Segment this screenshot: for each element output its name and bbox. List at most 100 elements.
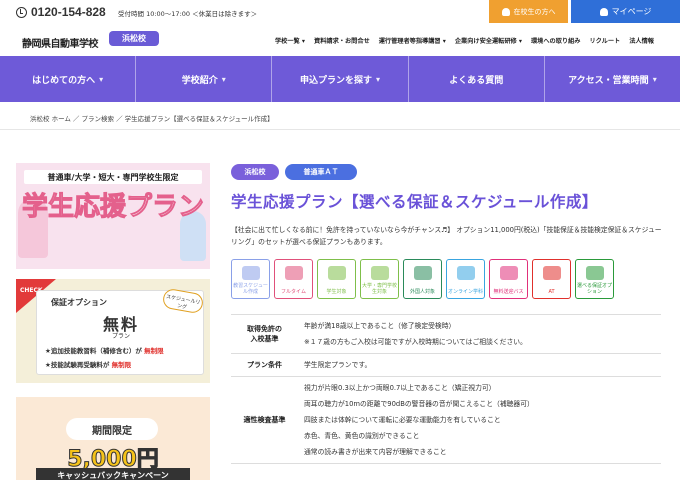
banner-limited: 期間限定 [66,418,158,440]
feature-badge: 無料送迎バス [489,259,528,299]
banner-line-highlight: 無制限 [111,361,132,369]
plan-detail: 浜松校 普通車ＡＴ 学生応援プラン【選べる保証＆スケジュール作成】 【社会に出て… [231,164,662,464]
main-nav-label: 学校紹介 [181,75,218,86]
feature-badge: 学生対象 [317,259,356,299]
main-nav-faq[interactable]: よくある質問 [407,56,544,102]
banner-subtitle: 保証オプション [51,298,107,307]
feature-badge: 外国人対象 [403,259,442,299]
table-row: プラン条件 学生限定プランです。 [231,354,661,377]
main-nav-plans[interactable]: 申込プランを探す ▾ [271,56,407,102]
main-nav-label: はじめての方へ [32,75,96,86]
student-icon [327,266,346,280]
table-header-plan: プラン条件 [247,361,282,369]
feature-badge: 教習スケジュール作成 [231,259,270,299]
plan-info-table: 取得免許の 入校基準 年齢が満18歳以上であること（修了検定受検時） ※１７歳の… [231,314,661,464]
table-cell-line: 通常の読み書きが出来て内容が理解できること [304,448,447,456]
plan-description: 【社会に出て忙しくなる前に！免許を持っていないなら今がチャンス♬】 オプション1… [231,226,662,246]
schedule-icon [241,266,260,280]
phone-icon [16,6,27,18]
header-nav-contact[interactable]: 資料請求・お問合せ [314,36,370,45]
feature-label: 大学・専門学校生対象 [361,283,397,295]
banner-line-highlight: 無制限 [144,347,164,355]
online-class-icon [456,266,475,280]
cashback-banner[interactable]: 期間限定 5,000円 キャッシュバックキャンペーン [16,397,210,480]
mypage-button-label: マイページ [611,7,652,16]
table-cell-line: ※１７歳の方もご入校は可能ですが入校時期についてはご相談ください。 [304,338,527,346]
header-nav-training[interactable]: 運行管理者等指導講習 ▾ [379,36,446,45]
feature-badge: 選べる保証オプション [575,259,614,299]
banner-line-text: ★技能試験再受験料が [45,361,110,369]
feature-badge: フルタイム [274,259,313,299]
feature-badge: オンライン学科 [446,259,485,299]
table-cell-line: 四肢または体幹について運転に必要な運動能力を有していること [304,416,501,424]
banner-card: スケジュールリング 保証オプション 無料 プラン ★追加技能教習料（補修含む）が… [36,287,205,375]
divider [0,129,680,130]
header-nav-recruit[interactable]: リクルート [589,36,620,45]
phone-text: 0120-154-828 [31,5,106,19]
feature-label: オンライン学科 [447,289,483,295]
header-nav-environment[interactable]: 環境への取り組み [531,36,581,45]
feature-label: フルタイム [281,289,306,295]
main-nav-label: 申込プランを探す [299,75,372,86]
foreigner-icon [413,266,432,280]
student-button[interactable]: 在校生の方へ [489,0,568,23]
business-hours: 受付時間 10:00〜17:00 ＜休業日は除きます＞ [118,10,258,18]
table-header-aptitude: 適性検査基準 [243,416,286,424]
guarantee-option-banner[interactable]: CHECK スケジュールリング 保証オプション 無料 プラン ★追加技能教習料（… [16,279,210,383]
main-nav-label: アクセス・営業時間 [568,75,649,86]
main-nav-about[interactable]: 学校紹介 ▾ [135,56,271,102]
feature-label: 学生対象 [326,289,347,295]
table-cell: 視力が片眼0.3以上かつ両眼0.7以上であること（矯正視力可） 両耳の聴力が10… [298,377,661,463]
banner-eligibility: 普通車/大学・短大・専門学校生限定 [24,170,202,184]
table-cell-line: 視力が片眼0.3以上かつ両眼0.7以上であること（矯正視力可） [304,384,496,392]
feature-icons: 教習スケジュール作成フルタイム 学生対象 大学・専門学校生対象外国人対象 オンライン学… [231,259,661,299]
main-nav-label: よくある質問 [449,75,504,86]
table-cell: 学生限定プランです。 [298,354,661,376]
chevron-down-icon: ▾ [652,74,657,84]
main-nav-beginners[interactable]: はじめての方へ ▾ [0,56,135,102]
feature-label: 選べる保証オプション [576,283,612,295]
tag-license: 普通車ＡＴ [285,164,357,180]
table-cell-line: 両耳の聴力が10mの距離で90dBの警音器の音が聞こえること（補聴器可） [304,400,534,408]
header-nav: 学校一覧 ▾ 資料請求・お問合せ 運行管理者等指導講習 ▾ 企業向け安全運転研修… [275,36,654,45]
site-logo[interactable]: 静岡県自動車学校 [22,35,99,50]
university-icon [370,266,389,280]
student-plan-banner[interactable]: 普通車/大学・短大・専門学校生限定 学生応援プラン [16,163,210,269]
guarantee-icon [585,266,604,280]
mypage-button[interactable]: マイページ [571,0,680,23]
table-cell-line: 学生限定プランです。 [304,361,372,369]
branch-badge: 浜松校 [109,31,159,46]
chevron-down-icon: ▾ [99,74,104,84]
table-cell-line: 年齢が満18歳以上であること（修了検定受検時） [304,322,456,330]
student-button-label: 在校生の方へ [513,7,556,16]
header-nav-corp-info[interactable]: 法人情報 [629,36,654,45]
banner-line-1: ★追加技能教習料（補修含む）が 無制限 [45,345,164,355]
banner-line-text: ★追加技能教習料（補修含む）が [45,347,142,355]
table-row: 取得免許の 入校基準 年齢が満18歳以上であること（修了検定受検時） ※１７歳の… [231,315,661,354]
table-header-line: 取得免許の 入校基準 [247,325,282,343]
shuttle-bus-icon [499,266,518,280]
feature-badge: 大学・専門学校生対象 [360,259,399,299]
fulltime-icon [284,266,303,280]
top-bar: 0120-154-828 受付時間 10:00〜17:00 ＜休業日は除きます＞… [0,0,680,24]
table-cell-line: 赤色、青色、黄色の識別ができること [304,432,420,440]
at-car-icon [542,266,561,280]
feature-label: 教習スケジュール作成 [233,283,268,295]
header-nav-corporate[interactable]: 企業向け安全運転研修 ▾ [455,36,522,45]
plan-tags: 浜松校 普通車ＡＴ [231,164,661,180]
main-nav: はじめての方へ ▾ 学校紹介 ▾ 申込プランを探す ▾ よくある質問 アクセス・営業時… [0,56,680,102]
banner-line-2: ★技能試験再受験料が 無制限 [45,359,131,369]
chevron-down-icon: ▾ [376,74,381,84]
breadcrumb[interactable]: 浜松校 ホーム ／ プラン検索 ／ 学生応援プラン【選べる保証＆スケジュール作成… [30,113,274,123]
banner-plan-label: プラン [111,333,130,340]
tag-branch: 浜松校 [231,164,279,180]
banner-cashback: キャッシュバックキャンペーン [36,468,190,480]
header-nav-schools[interactable]: 学校一覧 ▾ [275,36,305,45]
phone-number[interactable]: 0120-154-828 [16,5,106,19]
chevron-down-icon: ▾ [221,74,226,84]
feature-label: 外国人対象 [409,289,435,295]
person-icon [501,7,510,16]
table-header-license: 取得免許の 入校基準 [231,315,298,353]
main-nav-access[interactable]: アクセス・営業時間 ▾ [543,56,680,102]
person-icon [599,7,608,16]
